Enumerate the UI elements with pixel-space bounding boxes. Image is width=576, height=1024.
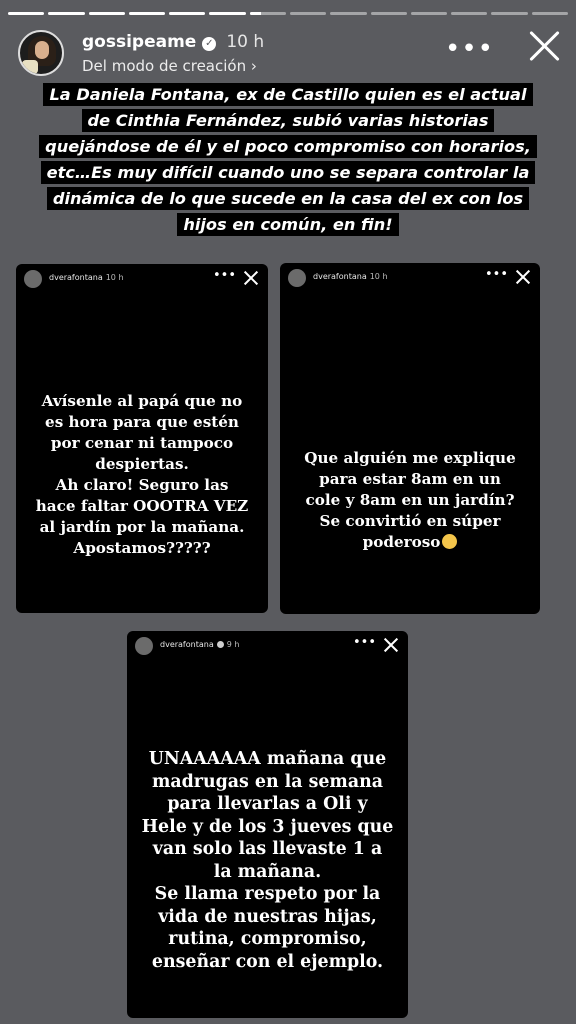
close-icon[interactable] <box>526 28 562 64</box>
caption-line: dinámica de lo que sucede en la casa del… <box>46 187 530 210</box>
card-verified-icon <box>216 641 224 648</box>
more-icon[interactable]: ••• <box>445 34 494 64</box>
card-header: dverafontana 9 h ••• <box>135 635 402 657</box>
progress-segment <box>289 12 327 15</box>
progress-segment <box>88 12 125 15</box>
progress-segment <box>8 12 45 15</box>
card-text: UNAAAAAA mañana que madrugas en la seman… <box>141 749 394 972</box>
verified-badge-icon: ✓ <box>202 37 217 51</box>
caption-line: de Cinthia Fernández, subió varias histo… <box>81 109 495 132</box>
story-screenshot-card-1: dverafontana 10 h ••• Avísenle al papá qu… <box>16 264 268 613</box>
progress-segment <box>410 12 448 15</box>
story-progress-bar <box>8 12 568 15</box>
story-header: gossipeame ✓ 10 h Del modo de creación › •… <box>18 28 562 78</box>
card-more-icon: ••• <box>212 268 236 283</box>
caption-line: etc…Es muy difícil cuando uno se separa … <box>40 161 536 184</box>
card-text: Avísenle al papá que no es hora para que… <box>35 392 249 557</box>
caption-line: hijos en común, en fin! <box>177 213 399 236</box>
profile-avatar[interactable] <box>18 30 64 76</box>
card-avatar <box>24 270 42 288</box>
post-time: 10 h <box>226 32 265 52</box>
thinking-face-emoji-icon <box>442 534 458 549</box>
story-screenshot-card-2: dverafontana 10 h ••• Que alguién me expl… <box>280 263 540 614</box>
story-caption: La Daniela Fontana, ex de Castillo quien… <box>20 82 556 238</box>
progress-segment <box>209 12 246 15</box>
progress-segment <box>491 12 528 15</box>
card-text-content: Que alguién me explique para estar 8am e… <box>304 449 516 551</box>
progress-segment <box>531 12 568 15</box>
story-screenshot-card-3: dverafontana 9 h ••• UNAAAAAA mañana que … <box>127 631 408 1018</box>
card-username: dverafontana 10 h <box>313 272 388 281</box>
card-username: dverafontana 10 h <box>49 273 124 282</box>
card-more-icon: ••• <box>352 635 376 650</box>
card-avatar <box>135 637 153 655</box>
card-header: dverafontana 10 h ••• <box>288 267 534 289</box>
progress-segment <box>451 12 488 15</box>
caption-line: La Daniela Fontana, ex de Castillo quien… <box>43 83 533 106</box>
card-close-icon <box>516 270 530 284</box>
card-close-icon <box>244 271 258 285</box>
card-more-icon: ••• <box>484 267 508 282</box>
card-header: dverafontana 10 h ••• <box>24 268 262 290</box>
progress-segment <box>370 12 407 15</box>
card-avatar <box>288 269 306 287</box>
progress-segment <box>330 12 367 15</box>
progress-segment <box>249 12 286 15</box>
username-row[interactable]: gossipeame ✓ 10 h <box>82 32 264 52</box>
creator-mode-link[interactable]: Del modo de creación › <box>82 57 257 75</box>
card-close-icon <box>384 638 398 652</box>
progress-segment <box>128 12 166 15</box>
progress-segment <box>48 12 85 15</box>
username[interactable]: gossipeame <box>82 32 196 52</box>
card-username: dverafontana 9 h <box>160 640 240 649</box>
progress-segment <box>169 12 206 15</box>
caption-line: quejándose de él y el poco compromiso co… <box>39 135 537 158</box>
card-text: Que alguién me explique para estar 8am e… <box>286 427 534 553</box>
